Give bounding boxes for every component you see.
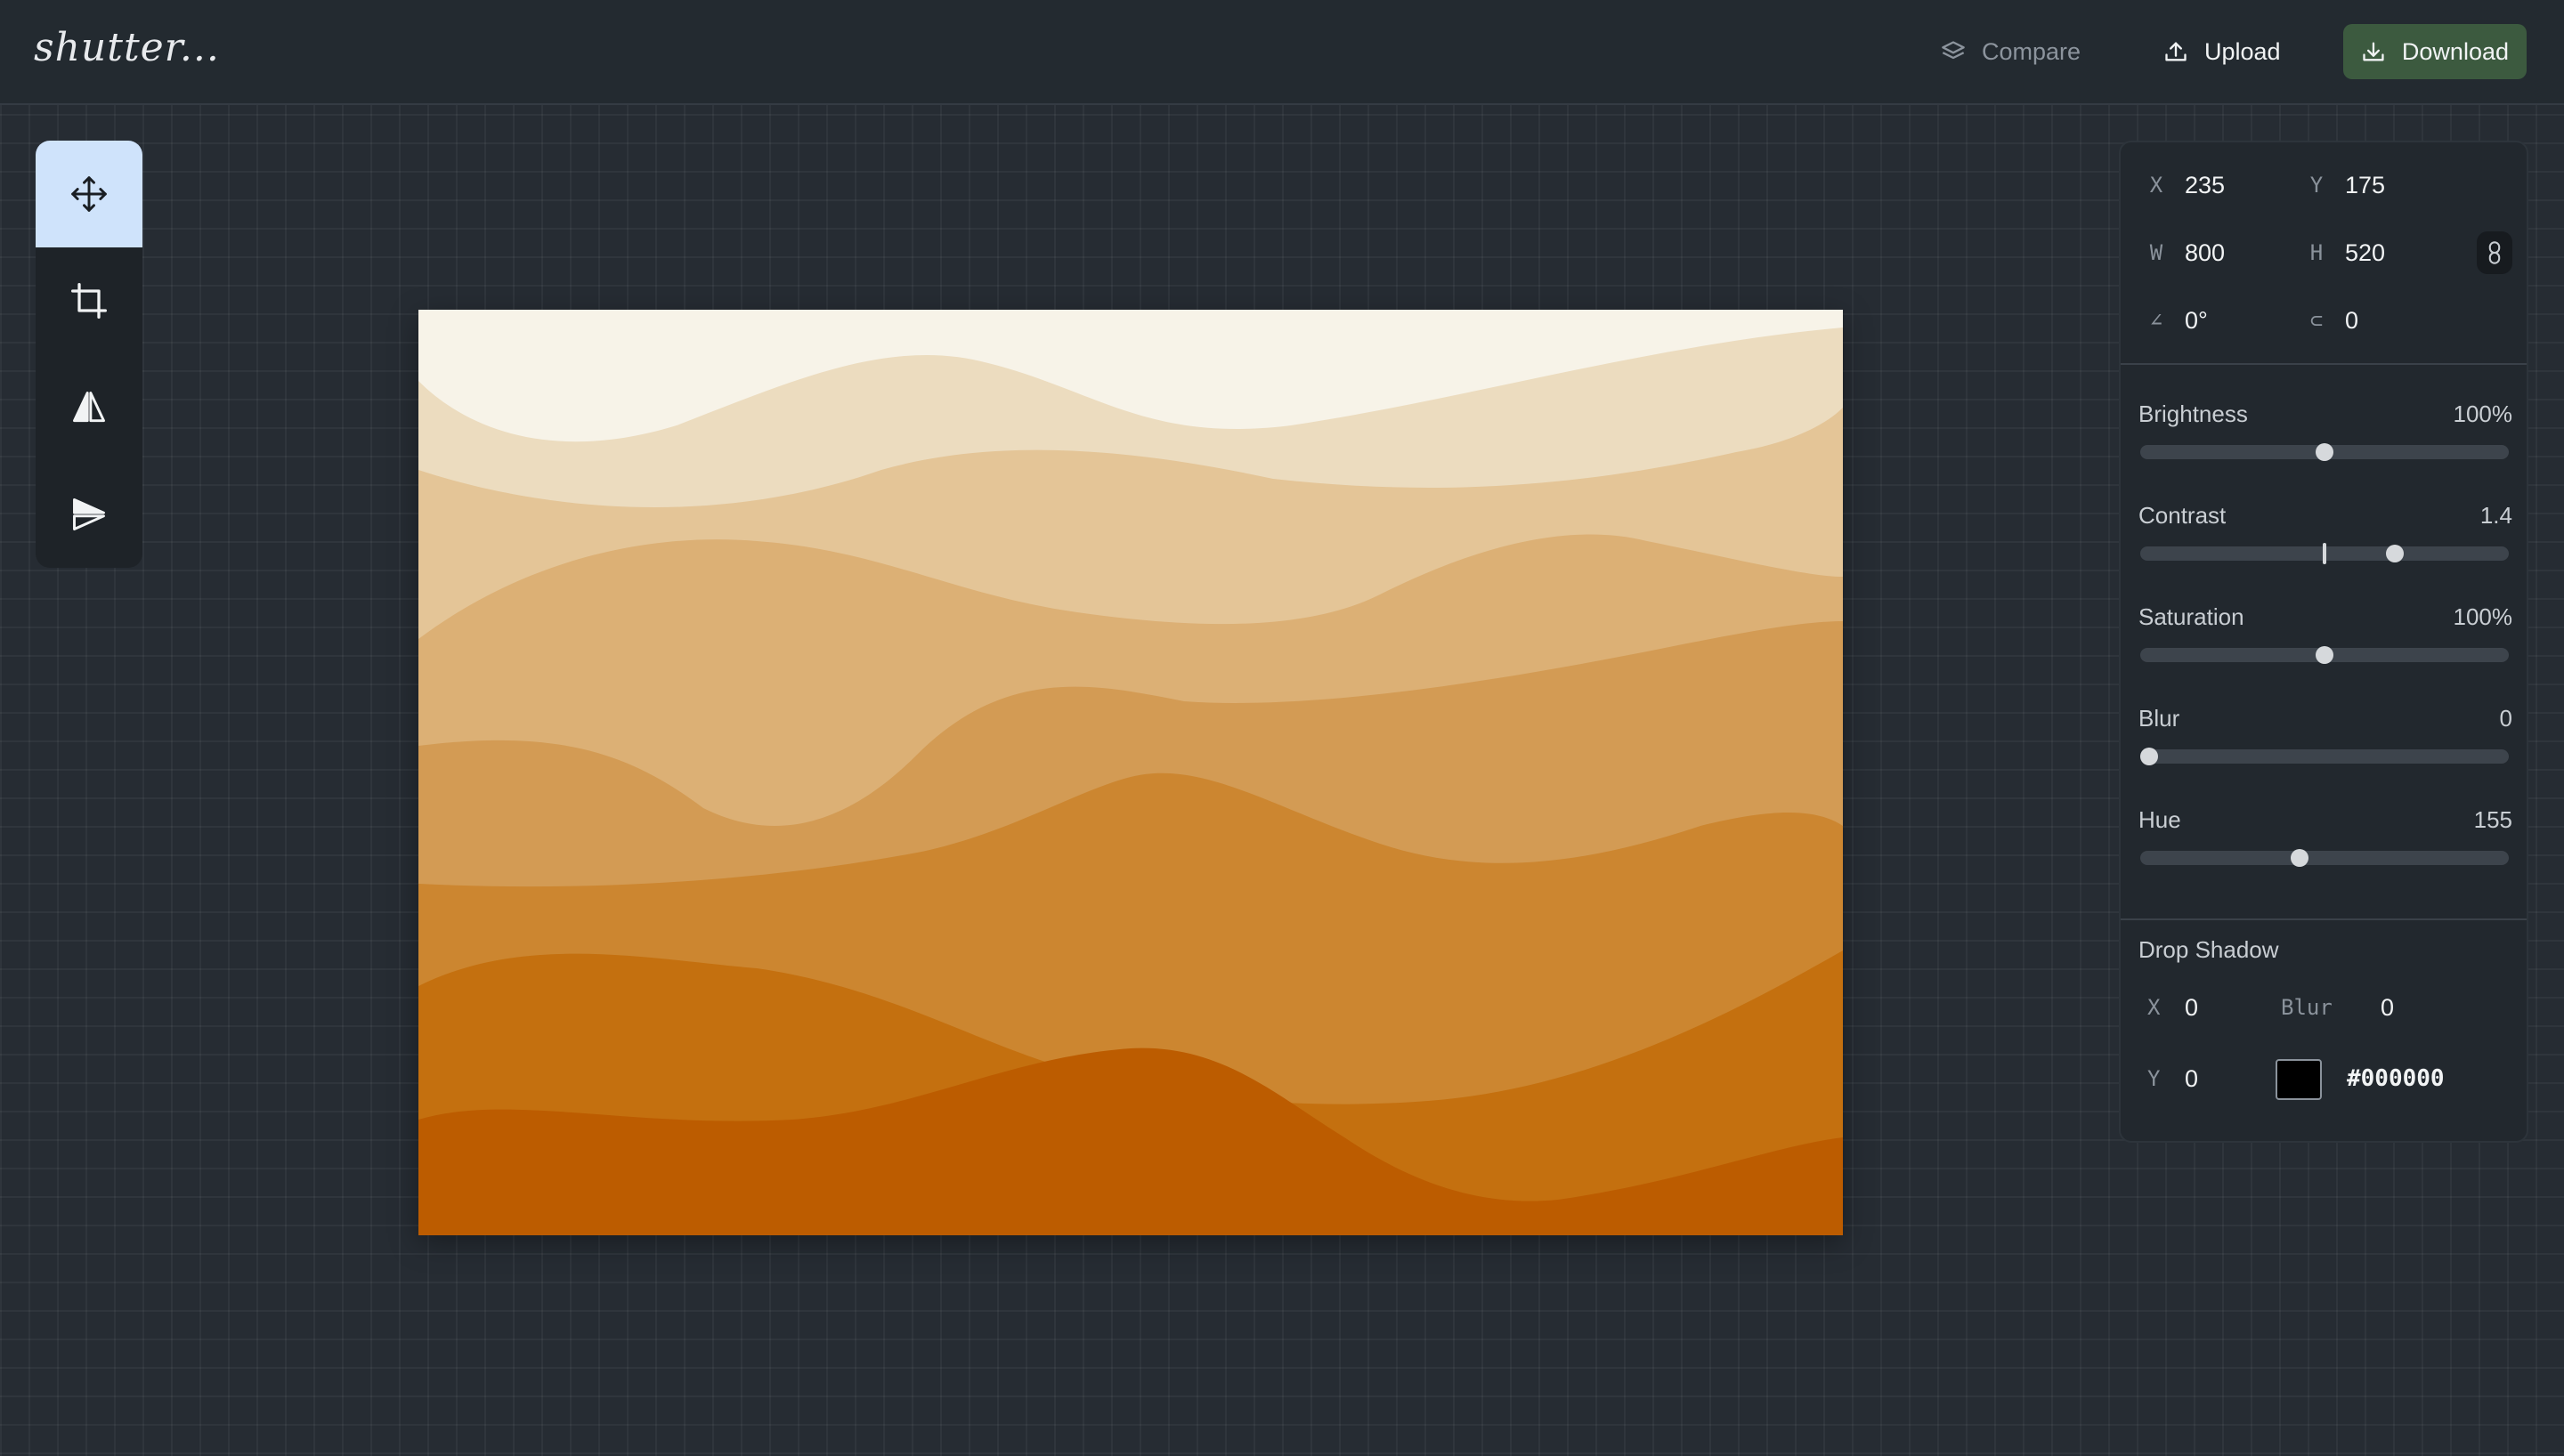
- w-value: 800: [2185, 239, 2226, 266]
- y-value: 175: [2345, 171, 2386, 198]
- download-icon: [2363, 42, 2384, 61]
- x-key: X: [2149, 173, 2163, 198]
- move-icon: [71, 176, 107, 212]
- saturation-value: 100%: [2453, 603, 2513, 630]
- contrast-slider-thumb[interactable]: [2385, 545, 2404, 562]
- aspect-lock-button[interactable]: [2477, 231, 2512, 274]
- h-key: H: [2309, 240, 2324, 265]
- tool-move[interactable]: [36, 141, 142, 247]
- shadow-color-swatch[interactable]: [2276, 1059, 2322, 1100]
- corner-radius-icon: ⊂: [2309, 308, 2324, 333]
- saturation-control: Saturation 100%: [2138, 603, 2512, 692]
- flip-horizontal-icon: [73, 392, 105, 423]
- w-key: W: [2149, 240, 2163, 265]
- flip-vertical-icon: [73, 498, 105, 530]
- contrast-control: Contrast 1.4: [2138, 502, 2512, 591]
- blur-value: 0: [2499, 705, 2512, 732]
- tool-flip-horizontal[interactable]: [36, 354, 142, 461]
- saturation-label: Saturation: [2138, 603, 2244, 630]
- y-key: Y: [2309, 173, 2324, 198]
- desert-dunes-image: [418, 310, 1843, 1235]
- h-value: 520: [2345, 239, 2386, 266]
- divider: [2121, 918, 2527, 920]
- x-field[interactable]: X 235: [2138, 158, 2225, 212]
- angle-value: 0°: [2185, 306, 2208, 334]
- blur-label: Blur: [2138, 705, 2180, 732]
- blur-slider[interactable]: [2140, 749, 2509, 764]
- canvas-image[interactable]: [418, 310, 1843, 1235]
- tool-flip-vertical[interactable]: [36, 461, 142, 568]
- contrast-default-marker: [2323, 543, 2326, 564]
- hue-slider[interactable]: [2140, 851, 2509, 865]
- brightness-label: Brightness: [2138, 400, 2248, 427]
- layers-icon: [1942, 41, 1965, 60]
- compare-label: Compare: [1982, 37, 2081, 65]
- corner-radius-field[interactable]: ⊂ 0: [2299, 294, 2358, 347]
- width-field[interactable]: W 800: [2138, 226, 2225, 279]
- y-field[interactable]: Y 175: [2299, 158, 2385, 212]
- brightness-value: 100%: [2453, 400, 2513, 427]
- divider: [2121, 363, 2527, 365]
- brightness-slider-thumb[interactable]: [2316, 443, 2333, 461]
- height-field[interactable]: H 520: [2299, 226, 2385, 279]
- properties-panel: X 235 Y 175 W 800 H 520 ∠ 0° ⊂ 0 Brightn…: [2119, 141, 2528, 1143]
- x-value: 235: [2185, 171, 2226, 198]
- angle-icon: ∠: [2149, 308, 2163, 333]
- tool-rail: [36, 141, 142, 568]
- brightness-control: Brightness 100%: [2138, 400, 2512, 489]
- hue-label: Hue: [2138, 806, 2181, 833]
- angle-field[interactable]: ∠ 0°: [2138, 294, 2208, 347]
- shadow-blur-key: Blur: [2281, 995, 2333, 1020]
- download-label: Download: [2401, 37, 2509, 65]
- hue-control: Hue 155: [2138, 806, 2512, 895]
- link-icon: [2488, 241, 2501, 264]
- shadow-y-input[interactable]: 0: [2185, 1065, 2198, 1093]
- top-bar: shutter... Compare Upload Download: [0, 0, 2564, 105]
- tool-crop[interactable]: [36, 247, 142, 354]
- upload-label: Upload: [2204, 37, 2281, 65]
- upload-icon: [2165, 42, 2187, 61]
- drop-shadow-title: Drop Shadow: [2138, 936, 2279, 963]
- shadow-blur-input[interactable]: 0: [2381, 994, 2394, 1022]
- hue-value: 155: [2473, 806, 2512, 833]
- shadow-color-hex[interactable]: #000000: [2347, 1065, 2445, 1092]
- shadow-x-key: X: [2147, 995, 2161, 1020]
- shadow-y-key: Y: [2147, 1066, 2161, 1091]
- compare-button[interactable]: Compare: [1923, 25, 2098, 78]
- contrast-value: 1.4: [2479, 502, 2512, 529]
- contrast-label: Contrast: [2138, 502, 2227, 529]
- upload-button[interactable]: Upload: [2146, 25, 2299, 78]
- app-logo: shutter...: [34, 25, 220, 70]
- hue-slider-thumb[interactable]: [2291, 849, 2309, 867]
- corner-radius-value: 0: [2345, 306, 2359, 334]
- download-button[interactable]: Download: [2343, 24, 2527, 79]
- blur-slider-thumb[interactable]: [2140, 748, 2158, 765]
- shadow-x-input[interactable]: 0: [2185, 994, 2198, 1022]
- saturation-slider-thumb[interactable]: [2316, 646, 2333, 664]
- crop-icon: [71, 283, 107, 319]
- blur-control: Blur 0: [2138, 705, 2512, 794]
